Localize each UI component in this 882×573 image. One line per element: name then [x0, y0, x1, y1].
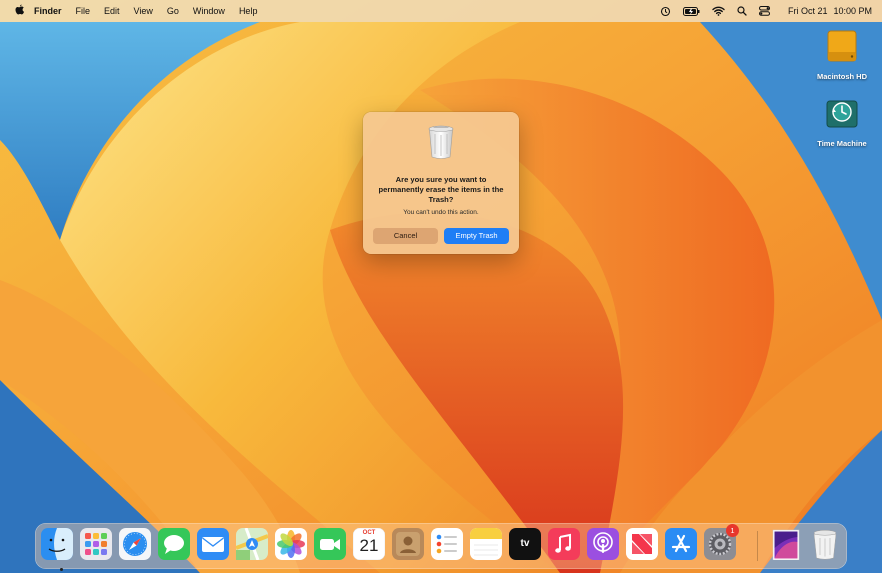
dock-item-mail[interactable]	[197, 528, 229, 560]
apple-menu-icon[interactable]	[12, 4, 26, 19]
launchpad-icon	[80, 528, 112, 560]
trash-icon	[428, 125, 454, 159]
cancel-button[interactable]: Cancel	[373, 228, 438, 244]
notification-badge: 1	[726, 524, 739, 537]
menu-go[interactable]: Go	[167, 6, 179, 16]
menu-file[interactable]: File	[76, 6, 91, 16]
desktop-icon-label: Time Machine	[817, 139, 867, 148]
search-icon[interactable]	[737, 6, 747, 16]
battery-icon[interactable]	[682, 6, 700, 16]
menu-view[interactable]: View	[134, 6, 153, 16]
dock-item-messages[interactable]	[158, 528, 190, 560]
menu-edit[interactable]: Edit	[104, 6, 120, 16]
dock-divider	[757, 531, 758, 561]
menu-help[interactable]: Help	[239, 6, 258, 16]
wifi-icon[interactable]	[712, 6, 725, 16]
dock-item-reminders[interactable]	[431, 528, 463, 560]
clock-date: Fri Oct 21	[787, 6, 828, 16]
dock-item-contacts[interactable]	[392, 528, 424, 560]
dialog-title: Are you sure you want to permanently era…	[378, 175, 504, 204]
photos-icon	[275, 528, 307, 560]
clock-time: 10:00 PM	[833, 6, 872, 16]
messages-icon	[158, 528, 190, 560]
dock-item-podcasts[interactable]	[587, 528, 619, 560]
control-center-icon[interactable]	[758, 6, 770, 16]
desktop-icon-macintosh-hd[interactable]: Macintosh HD	[807, 28, 877, 81]
maps-icon	[236, 528, 268, 560]
menu-window[interactable]: Window	[193, 6, 225, 16]
downloads-stack-icon	[772, 529, 800, 560]
facetime-icon	[314, 528, 346, 560]
music-icon	[548, 528, 580, 560]
safari-icon	[119, 528, 151, 560]
empty-trash-dialog: Are you sure you want to permanently era…	[363, 112, 519, 254]
dock-item-launchpad[interactable]	[80, 528, 112, 560]
dock-item-safari[interactable]	[119, 528, 151, 560]
menu-bar-clock[interactable]: Fri Oct 21 10:00 PM	[782, 6, 872, 16]
dock-item-system-settings[interactable]: 1	[704, 524, 739, 560]
trash-icon	[813, 529, 837, 560]
dock-item-news[interactable]	[626, 528, 658, 560]
dock-item-maps[interactable]	[236, 528, 268, 560]
desktop-icon-label: Macintosh HD	[816, 72, 867, 81]
finder-icon	[41, 528, 73, 560]
tv-label: tv	[520, 538, 530, 549]
dock-item-notes[interactable]	[470, 528, 502, 560]
contacts-icon	[392, 528, 424, 560]
desktop-wallpaper	[0, 0, 882, 573]
dock-item-downloads[interactable]	[770, 528, 802, 560]
dock-item-facetime[interactable]	[314, 528, 346, 560]
news-icon	[626, 528, 658, 560]
app-store-icon	[665, 528, 697, 560]
menu-app-name[interactable]: Finder	[34, 6, 62, 16]
dialog-message: You can't undo this action.	[403, 209, 479, 216]
podcasts-icon	[587, 528, 619, 560]
menu-bar: Finder File Edit View Go Window Help Fri…	[0, 0, 882, 22]
calendar-day: 21	[359, 536, 379, 555]
dock-item-music[interactable]	[548, 528, 580, 560]
empty-trash-button[interactable]: Empty Trash	[444, 228, 509, 244]
dock-item-calendar[interactable]: OCT 21	[353, 528, 385, 560]
hard-drive-icon	[827, 30, 857, 62]
dock-item-tv[interactable]: tv	[509, 528, 541, 560]
dock-item-app-store[interactable]	[665, 528, 697, 560]
dock-item-finder[interactable]	[41, 528, 73, 571]
running-indicator	[60, 568, 63, 571]
dock-item-photos[interactable]	[275, 528, 307, 560]
time-machine-icon[interactable]	[660, 6, 671, 17]
notes-icon	[470, 528, 502, 560]
mail-icon	[197, 528, 229, 560]
desktop-icon-time-machine[interactable]: Time Machine	[807, 95, 877, 148]
reminders-icon	[431, 528, 463, 560]
dock: OCT 21 tv 1	[35, 523, 847, 571]
time-machine-icon	[826, 100, 858, 128]
dock-item-trash[interactable]	[809, 528, 841, 560]
